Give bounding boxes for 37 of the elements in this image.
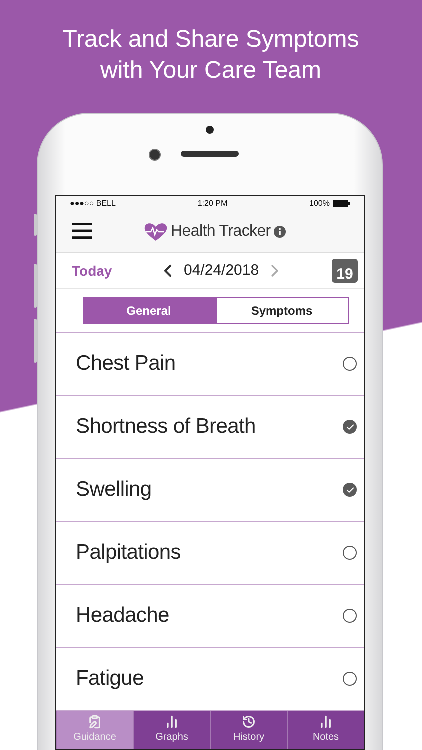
segment-tab[interactable]: Symptoms <box>216 297 348 324</box>
tab-bar-item[interactable]: Graphs <box>133 711 210 749</box>
calendar-button[interactable]: 19 <box>332 258 358 282</box>
symptom-label: Shortness of Breath <box>76 415 256 439</box>
today-link[interactable]: Today <box>72 262 112 278</box>
empty-circle[interactable] <box>343 609 357 623</box>
heart-logo-icon <box>144 222 168 242</box>
bar-chart-icon <box>319 715 333 729</box>
segment-tab[interactable]: General <box>82 297 216 324</box>
app-title: Health Tracker <box>171 223 271 241</box>
empty-circle[interactable] <box>343 546 357 560</box>
status-time: 1:20 PM <box>198 198 228 208</box>
checked-circle[interactable] <box>343 420 357 434</box>
battery-percent: 100% <box>310 198 330 208</box>
symptom-label: Chest Pain <box>76 352 176 376</box>
headline: with Your Care Team <box>99 56 322 86</box>
battery-icon <box>333 200 350 206</box>
speaker-grille <box>181 151 239 157</box>
empty-circle[interactable] <box>343 672 357 686</box>
empty-circle[interactable] <box>343 357 357 371</box>
lens-icon <box>149 149 161 161</box>
headline: Track and Share Symptoms <box>62 25 360 55</box>
checked-circle[interactable] <box>343 483 357 497</box>
symptom-label: Headache <box>76 604 170 628</box>
camera-icon <box>206 126 214 134</box>
tab-bar-item[interactable]: History <box>210 711 287 749</box>
symptom-label: Swelling <box>76 478 152 502</box>
info-icon[interactable] <box>274 226 286 238</box>
symptom-label: Palpitations <box>76 541 181 565</box>
bar-chart-icon <box>165 715 179 729</box>
clipboard-icon <box>88 715 102 729</box>
current-date: 04/24/2018 <box>184 262 260 279</box>
symptom-label: Fatigue <box>76 667 144 691</box>
tab-bar-item[interactable]: Notes <box>287 711 364 749</box>
carrier: ●●●○○ BELL <box>70 198 116 208</box>
menu-icon[interactable] <box>72 223 92 239</box>
history-icon <box>242 715 256 729</box>
